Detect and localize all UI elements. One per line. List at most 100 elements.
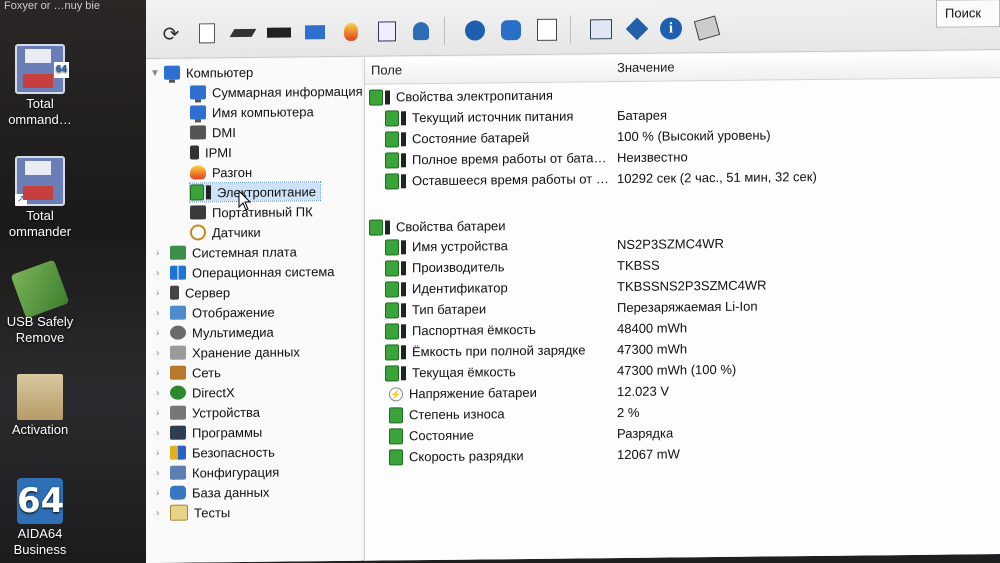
tree-item-label: Безопасность xyxy=(192,444,275,461)
chevron-right-icon[interactable]: › xyxy=(156,367,170,378)
chevron-right-icon[interactable]: › xyxy=(156,507,170,518)
tree-item-database[interactable]: › База данных xyxy=(156,483,269,502)
report-icon[interactable] xyxy=(194,21,220,45)
tree-item-network[interactable]: › Сеть xyxy=(156,363,221,382)
user-icon[interactable] xyxy=(408,19,434,43)
chevron-right-icon[interactable]: › xyxy=(156,467,170,478)
desktop-icon-total-commander-64[interactable]: 64 Total ommand… xyxy=(0,44,80,128)
row-field: Текущая ёмкость xyxy=(412,364,516,381)
desktop-icon-aida64[interactable]: 64 AIDA64 Business xyxy=(0,478,80,558)
tree-item-devices[interactable]: › Устройства xyxy=(156,403,260,422)
chevron-right-icon[interactable]: › xyxy=(156,387,170,398)
row-value: TKBSSNS2P3SZMC4WR xyxy=(617,277,767,295)
tree-item-os[interactable]: › Операционная система xyxy=(156,262,335,282)
bios-update-icon[interactable] xyxy=(588,17,614,41)
tree-item-label: Портативный ПК xyxy=(212,203,313,220)
tree-item-label: Системная плата xyxy=(192,243,297,261)
computer-icon[interactable] xyxy=(302,20,328,44)
tree-item-tests[interactable]: › Тесты xyxy=(156,503,230,522)
tree-item-multimedia[interactable]: › Мультимедиа xyxy=(156,323,274,342)
chevron-right-icon[interactable]: › xyxy=(156,427,170,438)
xbox-icon xyxy=(170,385,186,400)
column-header-value[interactable]: Значение xyxy=(611,50,1000,83)
tree-item-power-management[interactable]: Электропитание xyxy=(189,181,321,203)
fire-icon[interactable] xyxy=(338,20,364,44)
tree-item-programs[interactable]: › Программы xyxy=(156,423,262,442)
desktop-icon-label: Remove xyxy=(15,330,65,345)
chevron-right-icon[interactable]: › xyxy=(156,307,170,318)
tree-item-computer[interactable]: ▼ Компьютер xyxy=(150,63,253,82)
tree-item-storage[interactable]: › Хранение данных xyxy=(156,342,300,362)
monitor-icon xyxy=(190,85,206,100)
plug-icon xyxy=(385,90,390,105)
tree-item-motherboard[interactable]: › Системная плата xyxy=(156,242,297,261)
group-label: Свойства электропитания xyxy=(396,87,553,105)
tree-item-ipmi[interactable]: IPMI xyxy=(190,143,232,161)
64-badge: 64 xyxy=(53,62,69,78)
group-label: Свойства батареи xyxy=(396,218,506,235)
globe-icon[interactable] xyxy=(462,18,488,42)
chevron-right-icon[interactable]: › xyxy=(156,287,170,298)
driver-update-icon[interactable] xyxy=(624,17,650,41)
chevron-right-icon[interactable]: › xyxy=(156,267,170,278)
row-value: 2 % xyxy=(617,404,640,421)
tree-item-label: Конфигурация xyxy=(192,464,280,481)
aida64-window: ⟳ i Поиск ▼ Компьютер Суммарная информац… xyxy=(146,0,1000,563)
chevron-right-icon[interactable]: › xyxy=(156,447,170,458)
tree-item-overclock[interactable]: Разгон xyxy=(190,163,252,182)
desktop-icon-label: Activation xyxy=(11,422,69,437)
plug-icon xyxy=(401,282,406,297)
plug-icon xyxy=(401,261,406,276)
tree-item-label: Датчики xyxy=(212,224,261,240)
plug-icon xyxy=(401,174,406,189)
chevron-right-icon[interactable]: › xyxy=(156,247,170,258)
chevron-right-icon[interactable]: › xyxy=(156,407,170,418)
tree-item-summary[interactable]: Суммарная информация xyxy=(190,82,363,102)
desktop-icon-activation[interactable]: Activation xyxy=(0,374,80,438)
row-field: Полное время работы от бата… xyxy=(412,150,607,168)
desktop-icon-label: Total xyxy=(26,96,54,111)
refresh-icon[interactable]: ⟳ xyxy=(158,22,184,46)
database-icon[interactable] xyxy=(498,18,524,42)
column-header-field[interactable]: Поле xyxy=(365,55,612,85)
tree-item-computer-name[interactable]: Имя компьютера xyxy=(190,102,314,121)
tree-item-label: Компьютер xyxy=(186,64,254,81)
tree-item-security[interactable]: › Безопасность xyxy=(156,443,275,462)
chevron-down-icon[interactable]: ▼ xyxy=(150,67,164,78)
chevron-right-icon[interactable]: › xyxy=(156,347,170,358)
tree-item-directx[interactable]: › DirectX xyxy=(156,383,235,402)
battery-icon xyxy=(385,239,399,256)
desktop-icon-total-commander[interactable]: ↗ Total ommander xyxy=(0,156,80,240)
tree-item-label: Операционная система xyxy=(192,263,335,281)
desktop-icon-usb-safely-remove[interactable]: USB Safely Remove xyxy=(0,259,80,346)
tools-icon[interactable] xyxy=(693,15,721,41)
chevron-right-icon[interactable]: › xyxy=(156,327,170,338)
tree-item-dmi[interactable]: DMI xyxy=(190,123,236,141)
row-field: Состояние батарей xyxy=(412,129,530,147)
tree-item-label: Имя компьютера xyxy=(212,103,314,120)
plug-icon xyxy=(401,240,406,255)
navigation-tree: ▼ Компьютер Суммарная информация Имя ком… xyxy=(146,57,363,563)
tree-item-label: Суммарная информация xyxy=(212,83,363,100)
tree-item-display[interactable]: › Отображение xyxy=(156,303,275,322)
plug-icon xyxy=(401,345,406,360)
row-value: Перезаряжаемая Li-Ion xyxy=(617,298,758,316)
desktop-icon-label: Business xyxy=(13,542,67,557)
tree-item-configuration[interactable]: › Конфигурация xyxy=(156,463,279,482)
hard-drive-icon xyxy=(170,345,186,360)
devices-icon xyxy=(170,405,186,420)
scheduler-icon[interactable] xyxy=(534,18,560,42)
memory-icon[interactable] xyxy=(266,20,292,44)
motherboard-icon[interactable] xyxy=(229,21,257,45)
row-field: Паспортная ёмкость xyxy=(412,321,536,339)
tree-item-sensors[interactable]: Датчики xyxy=(190,223,261,242)
tree-item-server[interactable]: › Сервер xyxy=(156,283,230,302)
driver-icon[interactable] xyxy=(374,19,400,43)
battery-icon xyxy=(385,323,399,340)
info-icon[interactable]: i xyxy=(658,16,684,40)
chip-icon xyxy=(190,125,206,140)
database-icon xyxy=(170,485,186,500)
battery-icon xyxy=(190,184,204,201)
chevron-right-icon[interactable]: › xyxy=(156,487,170,498)
search-button[interactable]: Поиск xyxy=(936,0,1000,28)
